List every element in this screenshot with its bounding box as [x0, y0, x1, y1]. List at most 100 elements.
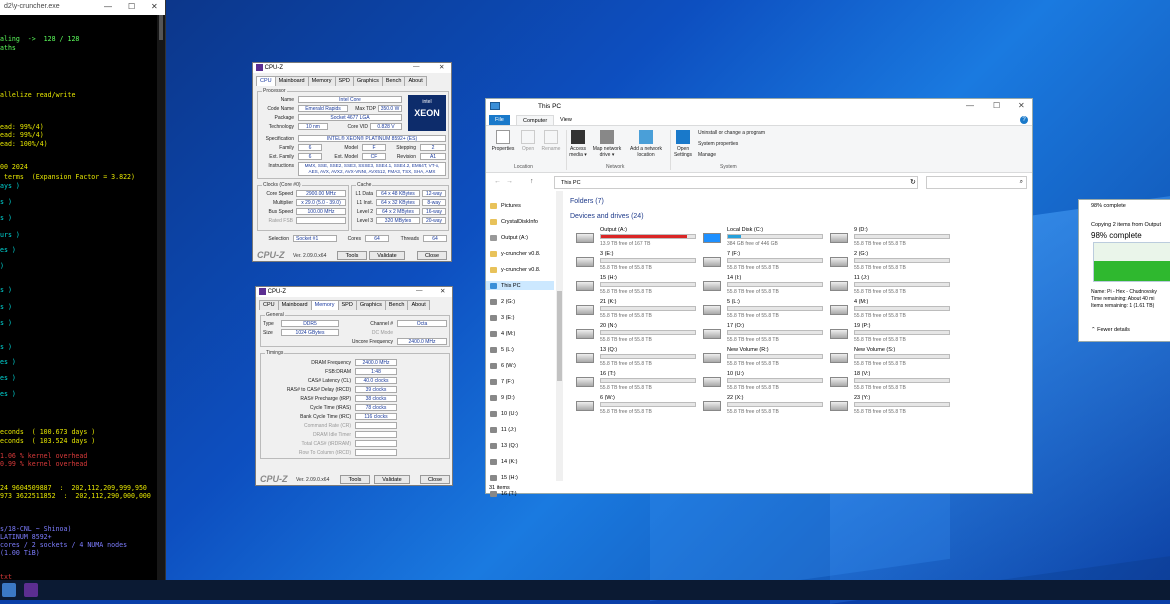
copy-progress-dialog[interactable]: 98% complete Copying 2 items from Output…	[1078, 199, 1170, 342]
scrollbar-thumb[interactable]	[159, 15, 163, 40]
back-icon[interactable]: ←	[494, 178, 501, 185]
nav-item[interactable]: 6 (W:)	[490, 361, 516, 370]
minimize-icon[interactable]: —	[416, 287, 423, 294]
open-settings-button[interactable]: Open Settings	[672, 130, 694, 158]
minimize-icon[interactable]: —	[104, 2, 112, 11]
minimize-icon[interactable]: —	[413, 63, 420, 70]
drive-tile[interactable]: 18 (V:) 55.8 TB free of 55.8 TB	[830, 371, 955, 393]
drive-tile[interactable]: Output (A:) 13.9 TB free of 167 TB	[576, 227, 701, 249]
validate-button[interactable]: Validate	[369, 251, 405, 260]
close-icon[interactable]: ✕	[440, 287, 445, 295]
tab-spd[interactable]: SPD	[334, 76, 354, 86]
nav-item[interactable]: 14 (K:)	[490, 457, 518, 466]
terminal-scrollbar[interactable]	[157, 15, 165, 580]
tab-about[interactable]: About	[407, 300, 430, 310]
nav-item[interactable]: Pictures	[490, 201, 521, 210]
nav-item[interactable]: 11 (J:)	[490, 425, 516, 434]
nav-item[interactable]: 4 (M:)	[490, 329, 515, 338]
tools-button[interactable]: Tools	[340, 475, 370, 484]
drive-tile[interactable]: 3 (E:) 55.8 TB free of 55.8 TB	[576, 251, 701, 273]
nav-item[interactable]: CrystalDiskInfo	[490, 217, 538, 226]
close-button[interactable]: Close	[417, 251, 447, 260]
rename-button[interactable]: Rename	[540, 130, 562, 152]
access-media-button[interactable]: Access media ▾	[568, 130, 588, 158]
drive-tile[interactable]: 11 (J:) 55.8 TB free of 55.8 TB	[830, 275, 955, 297]
drive-tile[interactable]: 2 (G:) 55.8 TB free of 55.8 TB	[830, 251, 955, 273]
nav-item[interactable]: y-cruncher v0.8.	[490, 249, 540, 258]
maximize-icon[interactable]: ☐	[993, 101, 1000, 110]
maximize-icon[interactable]: ☐	[128, 2, 135, 11]
cpuz-cpu-window[interactable]: CPU-Z — ✕ CPU Mainboard Memory SPD Graph…	[252, 62, 452, 262]
manage-button[interactable]: Manage	[698, 152, 716, 158]
refresh-icon[interactable]: ↻	[910, 178, 916, 186]
tab-cpu[interactable]: CPU	[256, 76, 276, 86]
terminal-window[interactable]: d2\y-cruncher.exe — ☐ ✕ aling -> 128 / 1…	[0, 0, 166, 580]
nav-item[interactable]: 7 (F:)	[490, 377, 514, 386]
drive-tile[interactable]: 17 (O:) 55.8 TB free of 55.8 TB	[703, 323, 828, 345]
nav-item[interactable]: 10 (U:)	[490, 409, 518, 418]
nav-scrollbar[interactable]	[556, 191, 563, 481]
tab-bench[interactable]: Bench	[381, 76, 406, 86]
computer-icon[interactable]	[2, 583, 16, 597]
nav-item[interactable]: This PC	[486, 281, 554, 290]
explorer-window[interactable]: This PC — ☐ ✕ File Computer View ? Prope…	[485, 98, 1033, 497]
drive-tile[interactable]: 19 (P:) 55.8 TB free of 55.8 TB	[830, 323, 955, 345]
help-icon[interactable]: ?	[1020, 116, 1028, 124]
minimize-icon[interactable]: —	[966, 101, 974, 110]
tab-mainboard[interactable]: Mainboard	[277, 300, 312, 310]
tab-memory[interactable]: Memory	[307, 76, 336, 86]
drive-tile[interactable]: 13 (Q:) 55.8 TB free of 55.8 TB	[576, 347, 701, 369]
drive-tile[interactable]: 22 (X:) 55.8 TB free of 55.8 TB	[703, 395, 828, 417]
drive-tile[interactable]: 21 (K:) 55.8 TB free of 55.8 TB	[576, 299, 701, 321]
devices-group-header[interactable]: Devices and drives (24)	[570, 213, 644, 220]
tab-file[interactable]: File	[489, 115, 510, 125]
add-network-location-button[interactable]: Add a network location	[626, 130, 666, 158]
cpuz-memory-window[interactable]: CPU-Z — ✕ CPU Mainboard Memory SPD Graph…	[255, 286, 453, 486]
drive-tile[interactable]: New Volume (S:) 55.8 TB free of 55.8 TB	[830, 347, 955, 369]
drive-tile[interactable]: 23 (Y:) 55.8 TB free of 55.8 TB	[830, 395, 955, 417]
close-icon[interactable]: ✕	[151, 2, 158, 11]
tab-about[interactable]: About	[404, 76, 427, 86]
tab-bench[interactable]: Bench	[384, 300, 409, 310]
nav-item[interactable]: 5 (L:)	[490, 345, 514, 354]
tab-view[interactable]: View	[554, 115, 578, 125]
system-properties-button[interactable]: System properties	[698, 141, 738, 147]
tab-spd[interactable]: SPD	[337, 300, 357, 310]
drive-tile[interactable]: 9 (D:) 55.8 TB free of 55.8 TB	[830, 227, 955, 249]
scrollbar-thumb[interactable]	[557, 291, 562, 381]
drive-tile[interactable]: 15 (H:) 55.8 TB free of 55.8 TB	[576, 275, 701, 297]
nav-item[interactable]: 2 (G:)	[490, 297, 515, 306]
drive-tile[interactable]: 20 (N:) 55.8 TB free of 55.8 TB	[576, 323, 701, 345]
tab-computer[interactable]: Computer	[516, 115, 555, 125]
properties-button[interactable]: Properties	[490, 130, 516, 152]
forward-icon[interactable]: →	[506, 178, 513, 185]
map-drive-button[interactable]: Map network drive ▾	[590, 130, 624, 158]
drive-tile[interactable]: 7 (F:) 55.8 TB free of 55.8 TB	[703, 251, 828, 273]
tab-graphics[interactable]: Graphics	[355, 300, 386, 310]
nav-item[interactable]: 9 (D:)	[490, 393, 515, 402]
drive-tile[interactable]: 16 (T:) 55.8 TB free of 55.8 TB	[576, 371, 701, 393]
address-bar[interactable]: This PC	[554, 176, 918, 189]
uninstall-button[interactable]: Uninstall or change a program	[698, 130, 765, 136]
drive-tile[interactable]: 10 (U:) 55.8 TB free of 55.8 TB	[703, 371, 828, 393]
validate-button[interactable]: Validate	[374, 475, 410, 484]
drive-tile[interactable]: Local Disk (C:) 384 GB free of 446 GB	[703, 227, 828, 249]
fewer-details-button[interactable]: ⌃ Fewer details	[1091, 327, 1130, 333]
close-button[interactable]: Close	[420, 475, 450, 484]
nav-item[interactable]: y-cruncher v0.8.	[490, 265, 540, 274]
nav-item[interactable]: Output (A:)	[490, 233, 528, 242]
drive-tile[interactable]: 14 (I:) 55.8 TB free of 55.8 TB	[703, 275, 828, 297]
drive-tile[interactable]: 5 (L:) 55.8 TB free of 55.8 TB	[703, 299, 828, 321]
cpuz-icon[interactable]	[24, 583, 38, 597]
tools-button[interactable]: Tools	[337, 251, 367, 260]
search-input[interactable]: ⌕	[926, 176, 1027, 189]
nav-item[interactable]: 15 (H:)	[490, 473, 518, 482]
tab-mainboard[interactable]: Mainboard	[274, 76, 309, 86]
tab-cpu[interactable]: CPU	[259, 300, 279, 310]
nav-item[interactable]: 3 (E:)	[490, 313, 514, 322]
folders-group-header[interactable]: Folders (7)	[570, 198, 604, 205]
drive-tile[interactable]: 4 (M:) 55.8 TB free of 55.8 TB	[830, 299, 955, 321]
drive-tile[interactable]: New Volume (R:) 55.8 TB free of 55.8 TB	[703, 347, 828, 369]
tab-memory[interactable]: Memory	[310, 300, 339, 310]
up-icon[interactable]: ↑	[530, 178, 534, 185]
